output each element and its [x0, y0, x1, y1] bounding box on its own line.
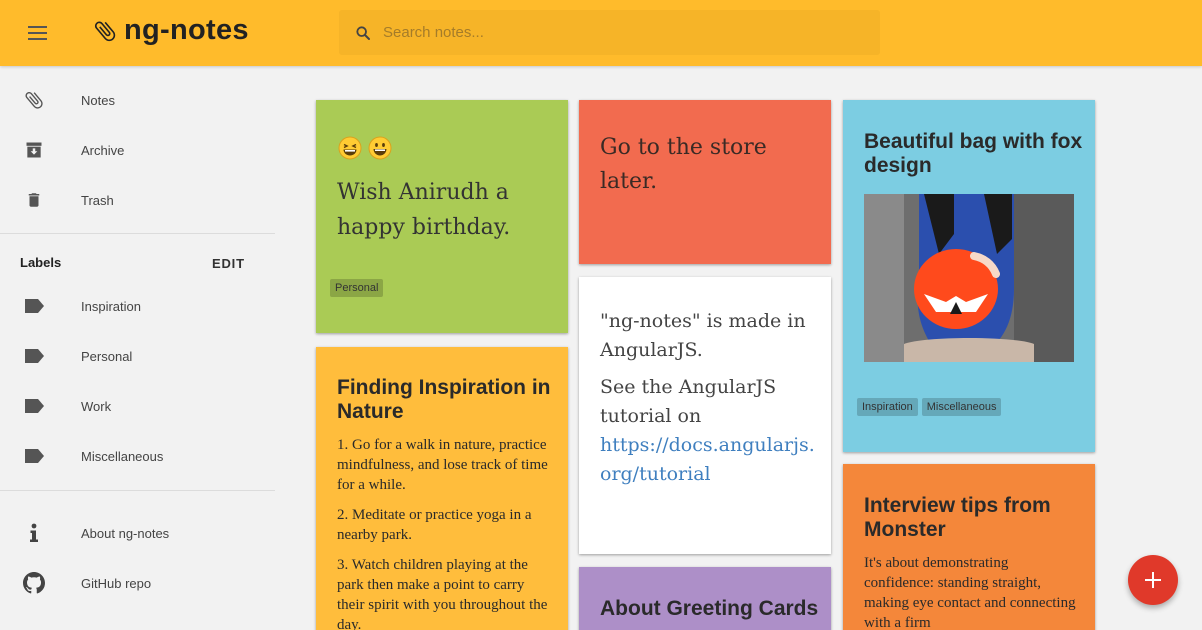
label-icon — [22, 444, 46, 468]
label-icon — [22, 344, 46, 368]
sidebar-item-label: GitHub repo — [81, 575, 152, 591]
fox-bag-photo — [864, 194, 1074, 362]
info-icon — [22, 521, 46, 545]
sidebar-item-trash[interactable]: Trash — [0, 175, 275, 225]
sidebar-item-label: Work — [81, 398, 112, 414]
tag-miscellaneous[interactable]: Miscellaneous — [921, 398, 1002, 416]
app-title: ng-notes — [124, 14, 249, 46]
note-body: "ng-notes" is made in AngularJS. See the… — [600, 307, 818, 489]
note-paragraph: "ng-notes" is made in AngularJS. — [600, 310, 806, 361]
label-icon — [22, 294, 46, 318]
tag-inspiration[interactable]: Inspiration — [857, 398, 918, 416]
label-icon — [22, 394, 46, 418]
note-card-inspiration[interactable]: Finding Inspiration in Nature 1. Go for … — [316, 347, 568, 630]
note-title: Interview tips from Monster — [864, 494, 1051, 541]
note-text: Wish Anirudh a happy birthday. — [337, 180, 511, 240]
sidebar-item-inspiration[interactable]: Inspiration — [0, 281, 275, 331]
note-text: Go to the store later. — [600, 135, 767, 194]
note-card-birthday[interactable]: Wish Anirudh a happy birthday. Personal — [316, 100, 568, 333]
search-input[interactable] — [383, 24, 863, 41]
search-icon — [343, 25, 383, 41]
sidebar: Notes Archive Trash Labels EDIT Inspirat… — [0, 66, 275, 630]
note-title: Beautiful bag with fox design — [864, 130, 1083, 177]
sidebar-divider — [0, 490, 275, 491]
sidebar-item-miscellaneous[interactable]: Miscellaneous — [0, 431, 275, 481]
tag-personal[interactable]: Personal — [330, 279, 384, 297]
sidebar-item-about[interactable]: About ng-notes — [0, 508, 275, 558]
paperclip-icon — [94, 21, 116, 41]
brand[interactable]: ng-notes — [92, 14, 249, 47]
paperclip-icon — [22, 88, 46, 112]
sidebar-divider — [0, 233, 275, 234]
labels-edit-button[interactable]: EDIT — [212, 256, 245, 271]
note-tags: Inspiration Miscellaneous — [857, 397, 1005, 416]
emoji-row — [338, 136, 398, 165]
labels-heading: Labels — [20, 255, 62, 270]
sidebar-item-label: Inspiration — [81, 298, 141, 314]
grinning-emoji-icon — [368, 136, 392, 160]
note-card-bag[interactable]: Beautiful bag with fox design Inspiratio… — [843, 100, 1095, 452]
list-item: 1. Go for a walk in nature, practice min… — [337, 437, 548, 493]
grinning-squint-emoji-icon — [338, 136, 362, 160]
sidebar-item-notes[interactable]: Notes — [0, 75, 275, 125]
sidebar-item-label: Personal — [81, 348, 133, 364]
sidebar-item-github[interactable]: GitHub repo — [0, 558, 275, 608]
search-bar[interactable] — [339, 10, 880, 55]
sidebar-item-label: Notes — [81, 92, 115, 108]
archive-icon — [22, 138, 46, 162]
note-card-store[interactable]: Go to the store later. — [579, 100, 831, 264]
add-note-button[interactable] — [1128, 555, 1178, 605]
sidebar-item-personal[interactable]: Personal — [0, 331, 275, 381]
note-card-greeting[interactable]: About Greeting Cards — [579, 567, 831, 630]
list-item: 2. Meditate or practice yoga in a nearby… — [337, 507, 532, 543]
note-title: About Greeting Cards — [600, 597, 819, 620]
note-title: Finding Inspiration in Nature — [337, 376, 551, 423]
note-tags: Personal — [330, 278, 387, 297]
note-paragraph: See the AngularJS tutorial on — [600, 376, 777, 427]
list-item: 3. Watch children playing at the park th… — [337, 557, 548, 630]
menu-icon[interactable] — [18, 18, 56, 48]
trash-icon — [22, 188, 46, 212]
sidebar-item-work[interactable]: Work — [0, 381, 275, 431]
sidebar-item-label: Archive — [81, 142, 125, 158]
note-card-interview[interactable]: Interview tips from Monster It's about d… — [843, 464, 1095, 630]
note-body: It's about demonstrating confidence: sta… — [864, 555, 1076, 630]
tutorial-link[interactable]: https://docs.angularjs.org/tutorial — [600, 431, 818, 489]
sidebar-item-label: About ng-notes — [81, 525, 170, 541]
sidebar-item-label: Miscellaneous — [81, 448, 164, 464]
app-bar: ng-notes — [0, 0, 1202, 66]
sidebar-item-label: Trash — [81, 192, 114, 208]
note-card-angular[interactable]: "ng-notes" is made in AngularJS. See the… — [579, 277, 831, 554]
note-body: 1. Go for a walk in nature, practice min… — [337, 435, 552, 630]
sidebar-item-archive[interactable]: Archive — [0, 125, 275, 175]
github-icon — [22, 571, 46, 595]
plus-icon — [1145, 572, 1161, 588]
